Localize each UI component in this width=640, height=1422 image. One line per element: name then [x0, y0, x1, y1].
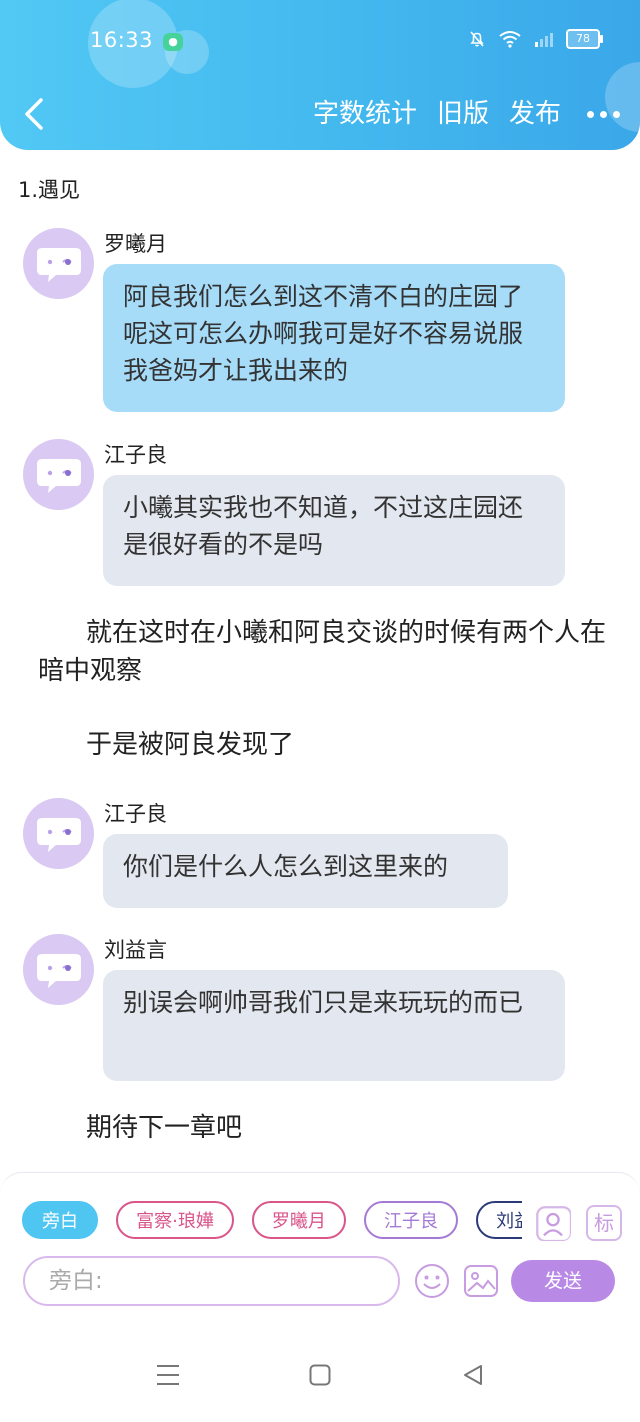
header-actions: 字数统计 旧版 发布	[293, 96, 620, 132]
message-input[interactable]: 旁白:	[23, 1256, 400, 1306]
status-icons: 78	[468, 29, 603, 49]
signal-icon	[535, 33, 553, 47]
message-bubble[interactable]: 阿良我们怎么到这不清不白的庄园了呢这可怎么办啊我可是好不容易说服我爸妈才让我出来…	[103, 264, 565, 412]
chat-notification-icon: ●	[163, 33, 183, 51]
narration-text[interactable]: 就在这时在小曦和阿良交谈的时候有两个人在暗中观察	[38, 614, 608, 690]
avatar[interactable]	[23, 934, 94, 1005]
avatar[interactable]	[23, 439, 94, 510]
wifi-icon	[499, 31, 521, 48]
menu-icon[interactable]	[156, 1364, 180, 1386]
role-chip[interactable]: 刘益言	[476, 1201, 522, 1239]
old-version-button[interactable]: 旧版	[437, 96, 489, 132]
chat-bubble-avatar-icon	[36, 817, 81, 852]
home-square-icon[interactable]	[309, 1364, 331, 1386]
role-chip[interactable]: 罗曦月	[251, 1201, 346, 1239]
back-arrow-icon[interactable]	[20, 96, 50, 132]
add-role-icon[interactable]	[535, 1205, 571, 1241]
role-selector: 旁白 富察·琅嬅 罗曦月 江子良 刘益言	[22, 1201, 522, 1245]
back-triangle-icon[interactable]	[462, 1364, 484, 1386]
speaker-name: 罗曦月	[104, 232, 167, 256]
avatar[interactable]	[23, 228, 94, 299]
chat-bubble-avatar-icon	[36, 458, 81, 493]
status-time: 16:33	[90, 28, 154, 52]
top-header: 16:33 ● 78 字数统计 旧版 发布	[0, 0, 640, 150]
more-options-icon[interactable]	[587, 96, 620, 132]
role-chip[interactable]: 江子良	[364, 1201, 459, 1239]
mark-icon[interactable]: 标	[586, 1205, 622, 1241]
mute-bell-icon	[470, 31, 484, 47]
message-bubble[interactable]: 小曦其实我也不知道，不过这庄园还是很好看的不是吗	[103, 475, 565, 586]
speaker-name: 刘益言	[104, 938, 167, 962]
role-chip-narrator[interactable]: 旁白	[22, 1201, 98, 1239]
word-count-button[interactable]: 字数统计	[313, 96, 417, 132]
chat-bubble-avatar-icon	[36, 953, 81, 988]
emoji-icon[interactable]	[414, 1263, 450, 1299]
publish-button[interactable]: 发布	[509, 96, 561, 132]
chat-bubble-avatar-icon	[36, 247, 81, 282]
battery-icon: 78	[566, 29, 603, 49]
narration-text[interactable]: 期待下一章吧	[38, 1109, 608, 1147]
send-button[interactable]: 发送	[511, 1260, 615, 1302]
avatar[interactable]	[23, 798, 94, 869]
narration-text[interactable]: 于是被阿良发现了	[38, 726, 608, 764]
system-nav-bar	[0, 1307, 640, 1422]
message-bubble[interactable]: 你们是什么人怎么到这里来的	[103, 834, 508, 908]
speaker-name: 江子良	[104, 443, 167, 467]
message-bubble[interactable]: 别误会啊帅哥我们只是来玩玩的而已	[103, 970, 565, 1081]
speaker-name: 江子良	[104, 802, 167, 826]
chapter-title: 1.遇见	[18, 178, 81, 202]
role-chip[interactable]: 富察·琅嬅	[116, 1201, 234, 1239]
image-icon[interactable]	[463, 1263, 499, 1299]
